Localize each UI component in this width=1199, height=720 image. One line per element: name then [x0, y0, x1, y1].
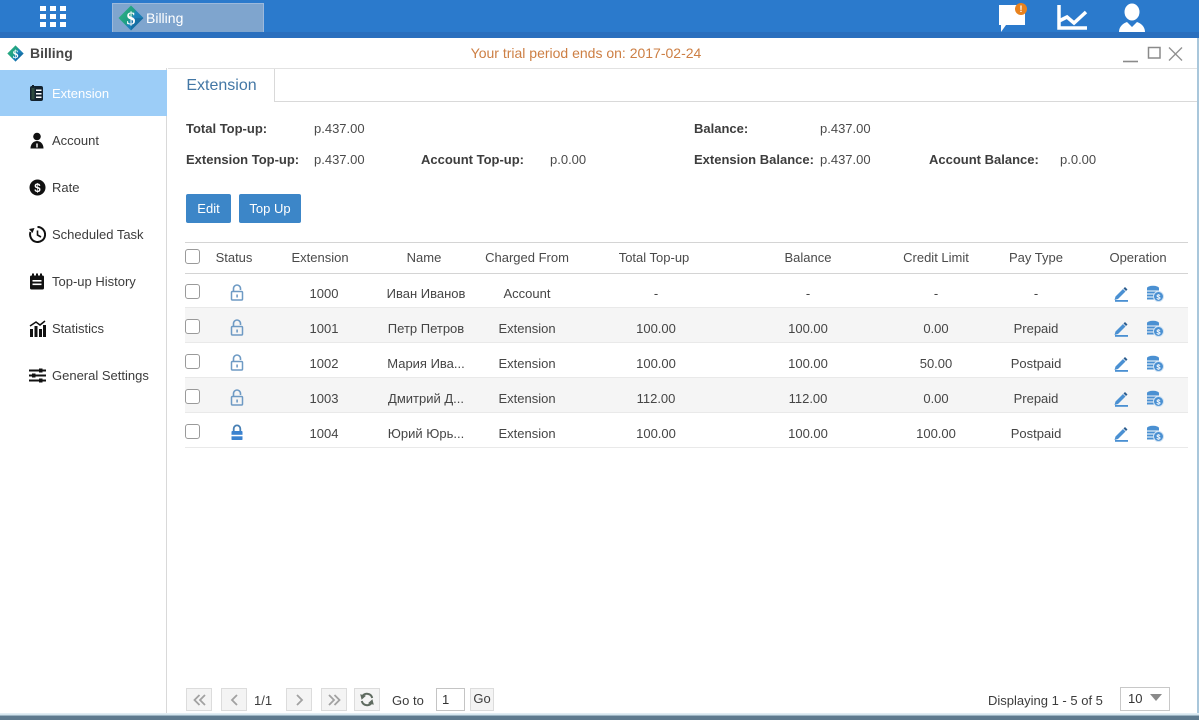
svg-text:$: $ [34, 183, 41, 195]
svg-text:$: $ [127, 9, 136, 29]
svg-text:!: ! [1020, 4, 1023, 14]
